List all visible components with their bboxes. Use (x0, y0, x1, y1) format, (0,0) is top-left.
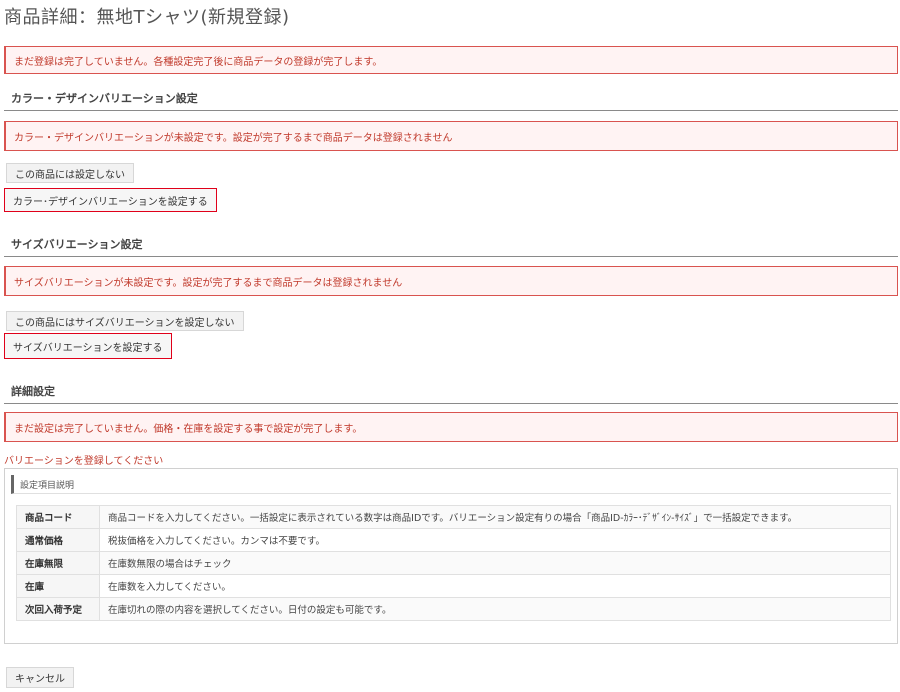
color-unset-alert: カラー・デザインバリエーションが未設定です。設定が完了するまで商品データは登録さ… (4, 121, 898, 151)
registration-alert: まだ登録は完了していません。各種設定完了後に商品データの登録が完了します。 (4, 46, 898, 74)
row-value: 商品コードを入力してください。一括設定に表示されている数字は商品IDです。バリエ… (99, 505, 891, 529)
size-unset-alert-text: サイズバリエーションが未設定です。設定が完了するまで商品データは登録されません (14, 277, 403, 289)
size-skip-button[interactable]: この商品にはサイズバリエーションを設定しない (6, 311, 244, 331)
help-panel-title: 設定項目説明 (11, 475, 891, 494)
row-value: 在庫数無限の場合はチェック (99, 551, 891, 575)
table-row: 在庫 在庫数を入力してください。 (16, 574, 891, 598)
row-key: 商品コード (16, 505, 100, 529)
size-unset-alert: サイズバリエーションが未設定です。設定が完了するまで商品データは登録されません (4, 266, 898, 296)
page-title: 商品詳細：無地Tシャツ(新規登録) (4, 7, 290, 28)
size-variation-heading: サイズバリエーション設定 (4, 236, 898, 257)
cancel-button[interactable]: キャンセル (6, 667, 74, 688)
row-value: 在庫切れの際の内容を選択してください。日付の設定も可能です。 (99, 597, 891, 621)
variation-notice: バリエーションを登録してください (4, 456, 164, 467)
row-key: 在庫 (16, 574, 100, 598)
color-skip-button[interactable]: この商品には設定しない (6, 163, 134, 183)
detail-incomplete-alert: まだ設定は完了していません。価格・在庫を設定する事で設定が完了します。 (4, 412, 898, 442)
row-key: 在庫無限 (16, 551, 100, 575)
color-variation-heading: カラー・デザインバリエーション設定 (4, 90, 898, 111)
row-key: 通常価格 (16, 528, 100, 552)
row-value: 在庫数を入力してください。 (99, 574, 891, 598)
registration-alert-text: まだ登録は完了していません。各種設定完了後に商品データの登録が完了します。 (14, 56, 383, 68)
detail-incomplete-alert-text: まだ設定は完了していません。価格・在庫を設定する事で設定が完了します。 (14, 423, 363, 435)
table-row: 次回入荷予定 在庫切れの際の内容を選択してください。日付の設定も可能です。 (16, 597, 891, 621)
color-set-button[interactable]: カラー･デザインバリエーションを設定する (4, 188, 217, 212)
table-row: 商品コード 商品コードを入力してください。一括設定に表示されている数字は商品ID… (16, 505, 891, 529)
table-row: 在庫無限 在庫数無限の場合はチェック (16, 551, 891, 575)
detail-settings-heading: 詳細設定 (4, 383, 898, 404)
table-row: 通常価格 税抜価格を入力してください。カンマは不要です。 (16, 528, 891, 552)
help-table: 商品コード 商品コードを入力してください。一括設定に表示されている数字は商品ID… (16, 505, 891, 621)
row-value: 税抜価格を入力してください。カンマは不要です。 (99, 528, 891, 552)
help-panel: 設定項目説明 商品コード 商品コードを入力してください。一括設定に表示されている… (4, 468, 898, 644)
row-key: 次回入荷予定 (16, 597, 100, 621)
size-set-button[interactable]: サイズバリエーションを設定する (4, 333, 172, 359)
color-unset-alert-text: カラー・デザインバリエーションが未設定です。設定が完了するまで商品データは登録さ… (14, 132, 453, 144)
